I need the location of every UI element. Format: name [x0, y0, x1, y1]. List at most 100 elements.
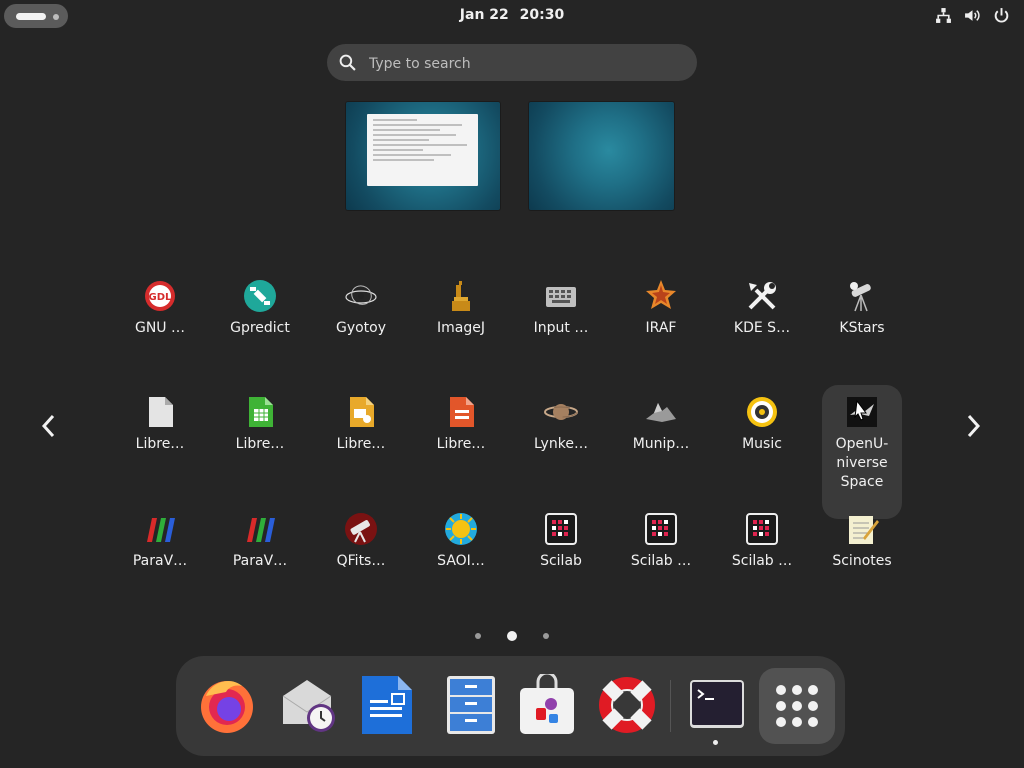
telescope-icon	[845, 279, 879, 313]
app-iraf-0-5[interactable]: IRAF	[621, 279, 701, 383]
network-icon	[935, 7, 952, 24]
page-dot-1[interactable]	[475, 633, 481, 639]
app-paraview-2-1[interactable]: ParaV…	[220, 512, 300, 616]
app-libreoffice-impress-red-1-3[interactable]: Libre…	[421, 395, 501, 499]
paraview-icon	[243, 512, 277, 546]
svg-text:GDL: GDL	[149, 292, 173, 303]
mail-clock-icon	[282, 680, 335, 732]
app-label: ParaV…	[132, 553, 188, 569]
writer-icon	[362, 676, 412, 734]
libreoffice-calc-icon	[243, 395, 277, 429]
app-gyotoy-0-2[interactable]: Gyotoy	[321, 279, 401, 383]
app-label: KDE S…	[733, 320, 791, 336]
app-label: IRAF	[645, 320, 677, 336]
app-label: GNU …	[134, 320, 186, 336]
openuniverse-icon	[845, 395, 879, 429]
show-apps-button[interactable]	[759, 668, 835, 744]
app-label: Libre…	[336, 436, 386, 452]
search-input[interactable]	[367, 44, 681, 83]
app-label: Munip…	[632, 436, 690, 452]
app-label: Lynke…	[534, 436, 588, 452]
dash-help[interactable]	[596, 674, 658, 736]
music-icon	[745, 395, 779, 429]
system-menu[interactable]	[935, 7, 1010, 24]
app-label: Libre…	[135, 436, 185, 452]
lifebuoy-icon	[599, 677, 655, 733]
page-dot-3[interactable]	[543, 633, 549, 639]
dash-files[interactable]	[440, 674, 502, 736]
app-gdl-0-0[interactable]: GDL GNU …	[120, 279, 200, 383]
app-label: KStars	[839, 320, 885, 336]
scilab-icon	[644, 512, 678, 546]
app-label: Scilab …	[731, 553, 793, 569]
dash-evolution[interactable]	[279, 674, 341, 736]
dash	[176, 656, 845, 756]
running-indicator	[713, 740, 718, 745]
power-icon	[993, 7, 1010, 24]
app-label: SAOI…	[437, 553, 485, 569]
clock[interactable]: Jan 22 20:30	[0, 7, 1024, 23]
keyboard-icon	[544, 279, 578, 313]
app-label: Gpredict	[230, 320, 290, 336]
workspace-thumbnail-1[interactable]	[346, 102, 500, 210]
app-label: Music	[742, 436, 782, 452]
app-music-1-6[interactable]: Music	[722, 395, 802, 499]
chevron-left-icon	[41, 414, 55, 438]
software-bag-icon	[520, 674, 574, 734]
dash-firefox[interactable]	[196, 674, 258, 736]
previous-page-button[interactable]	[32, 410, 64, 442]
app-munipack-1-5[interactable]: Munip…	[621, 395, 701, 499]
app-scilab-2-6[interactable]: Scilab …	[722, 512, 802, 616]
next-page-button[interactable]	[958, 410, 990, 442]
app-label: Scilab	[540, 553, 582, 569]
app-saoimage-2-3[interactable]: SAOI…	[421, 512, 501, 616]
app-keyboard-0-4[interactable]: Input …	[521, 279, 601, 383]
app-label: Libre…	[436, 436, 486, 452]
app-libreoffice-impress-1-2[interactable]: Libre…	[321, 395, 401, 499]
app-label: ImageJ	[437, 320, 485, 336]
app-imagej-0-3[interactable]: ImageJ	[421, 279, 501, 383]
app-paraview-2-0[interactable]: ParaV…	[120, 512, 200, 616]
app-scilab-2-4[interactable]: Scilab	[521, 512, 601, 616]
libreoffice-icon	[143, 395, 177, 429]
app-telescope-0-7[interactable]: KStars	[822, 279, 902, 383]
dash-terminal[interactable]	[686, 674, 748, 736]
app-label: Scilab …	[630, 553, 692, 569]
gdl-icon: GDL	[143, 279, 177, 313]
volume-icon	[964, 7, 981, 24]
search-bar[interactable]	[327, 44, 697, 83]
app-scinotes-2-7[interactable]: Scinotes	[822, 512, 902, 616]
file-cabinet-icon	[447, 676, 495, 734]
chevron-right-icon	[967, 414, 981, 438]
search-icon	[339, 54, 356, 71]
workspace-thumbnail-2[interactable]	[529, 102, 674, 210]
window-thumbnail[interactable]	[367, 114, 478, 186]
dash-software[interactable]	[516, 674, 578, 736]
saturn-icon	[544, 395, 578, 429]
app-scilab-2-5[interactable]: Scilab …	[621, 512, 701, 616]
scinotes-icon	[845, 512, 879, 546]
clock-time: 20:30	[519, 7, 565, 23]
libreoffice-impress-red-icon	[444, 395, 478, 429]
app-saturn-1-4[interactable]: Lynke…	[521, 395, 601, 499]
saoimage-icon	[444, 512, 478, 546]
iraf-icon	[644, 279, 678, 313]
app-tools-0-6[interactable]: KDE S…	[722, 279, 802, 383]
app-label: ParaV…	[232, 553, 288, 569]
app-label: OpenU-niverse Space Simulat…	[835, 436, 889, 490]
app-qfits-2-2[interactable]: QFits…	[321, 512, 401, 616]
app-libreoffice-1-0[interactable]: Libre…	[120, 395, 200, 499]
gpredict-icon	[243, 279, 277, 313]
app-libreoffice-calc-1-1[interactable]: Libre…	[220, 395, 300, 499]
munipack-icon	[644, 395, 678, 429]
top-bar: Jan 22 20:30	[0, 0, 1024, 32]
app-label: Gyotoy	[335, 320, 387, 336]
dash-libreoffice-writer[interactable]	[356, 674, 418, 736]
libreoffice-impress-icon	[344, 395, 378, 429]
app-openuniverse-1-7[interactable]: OpenU-niverse Space Simulat…	[822, 385, 902, 519]
scilab-icon	[544, 512, 578, 546]
dash-separator	[670, 680, 671, 732]
app-gpredict-0-1[interactable]: Gpredict	[220, 279, 300, 383]
app-label: Libre…	[235, 436, 285, 452]
page-dot-2[interactable]	[507, 631, 517, 641]
